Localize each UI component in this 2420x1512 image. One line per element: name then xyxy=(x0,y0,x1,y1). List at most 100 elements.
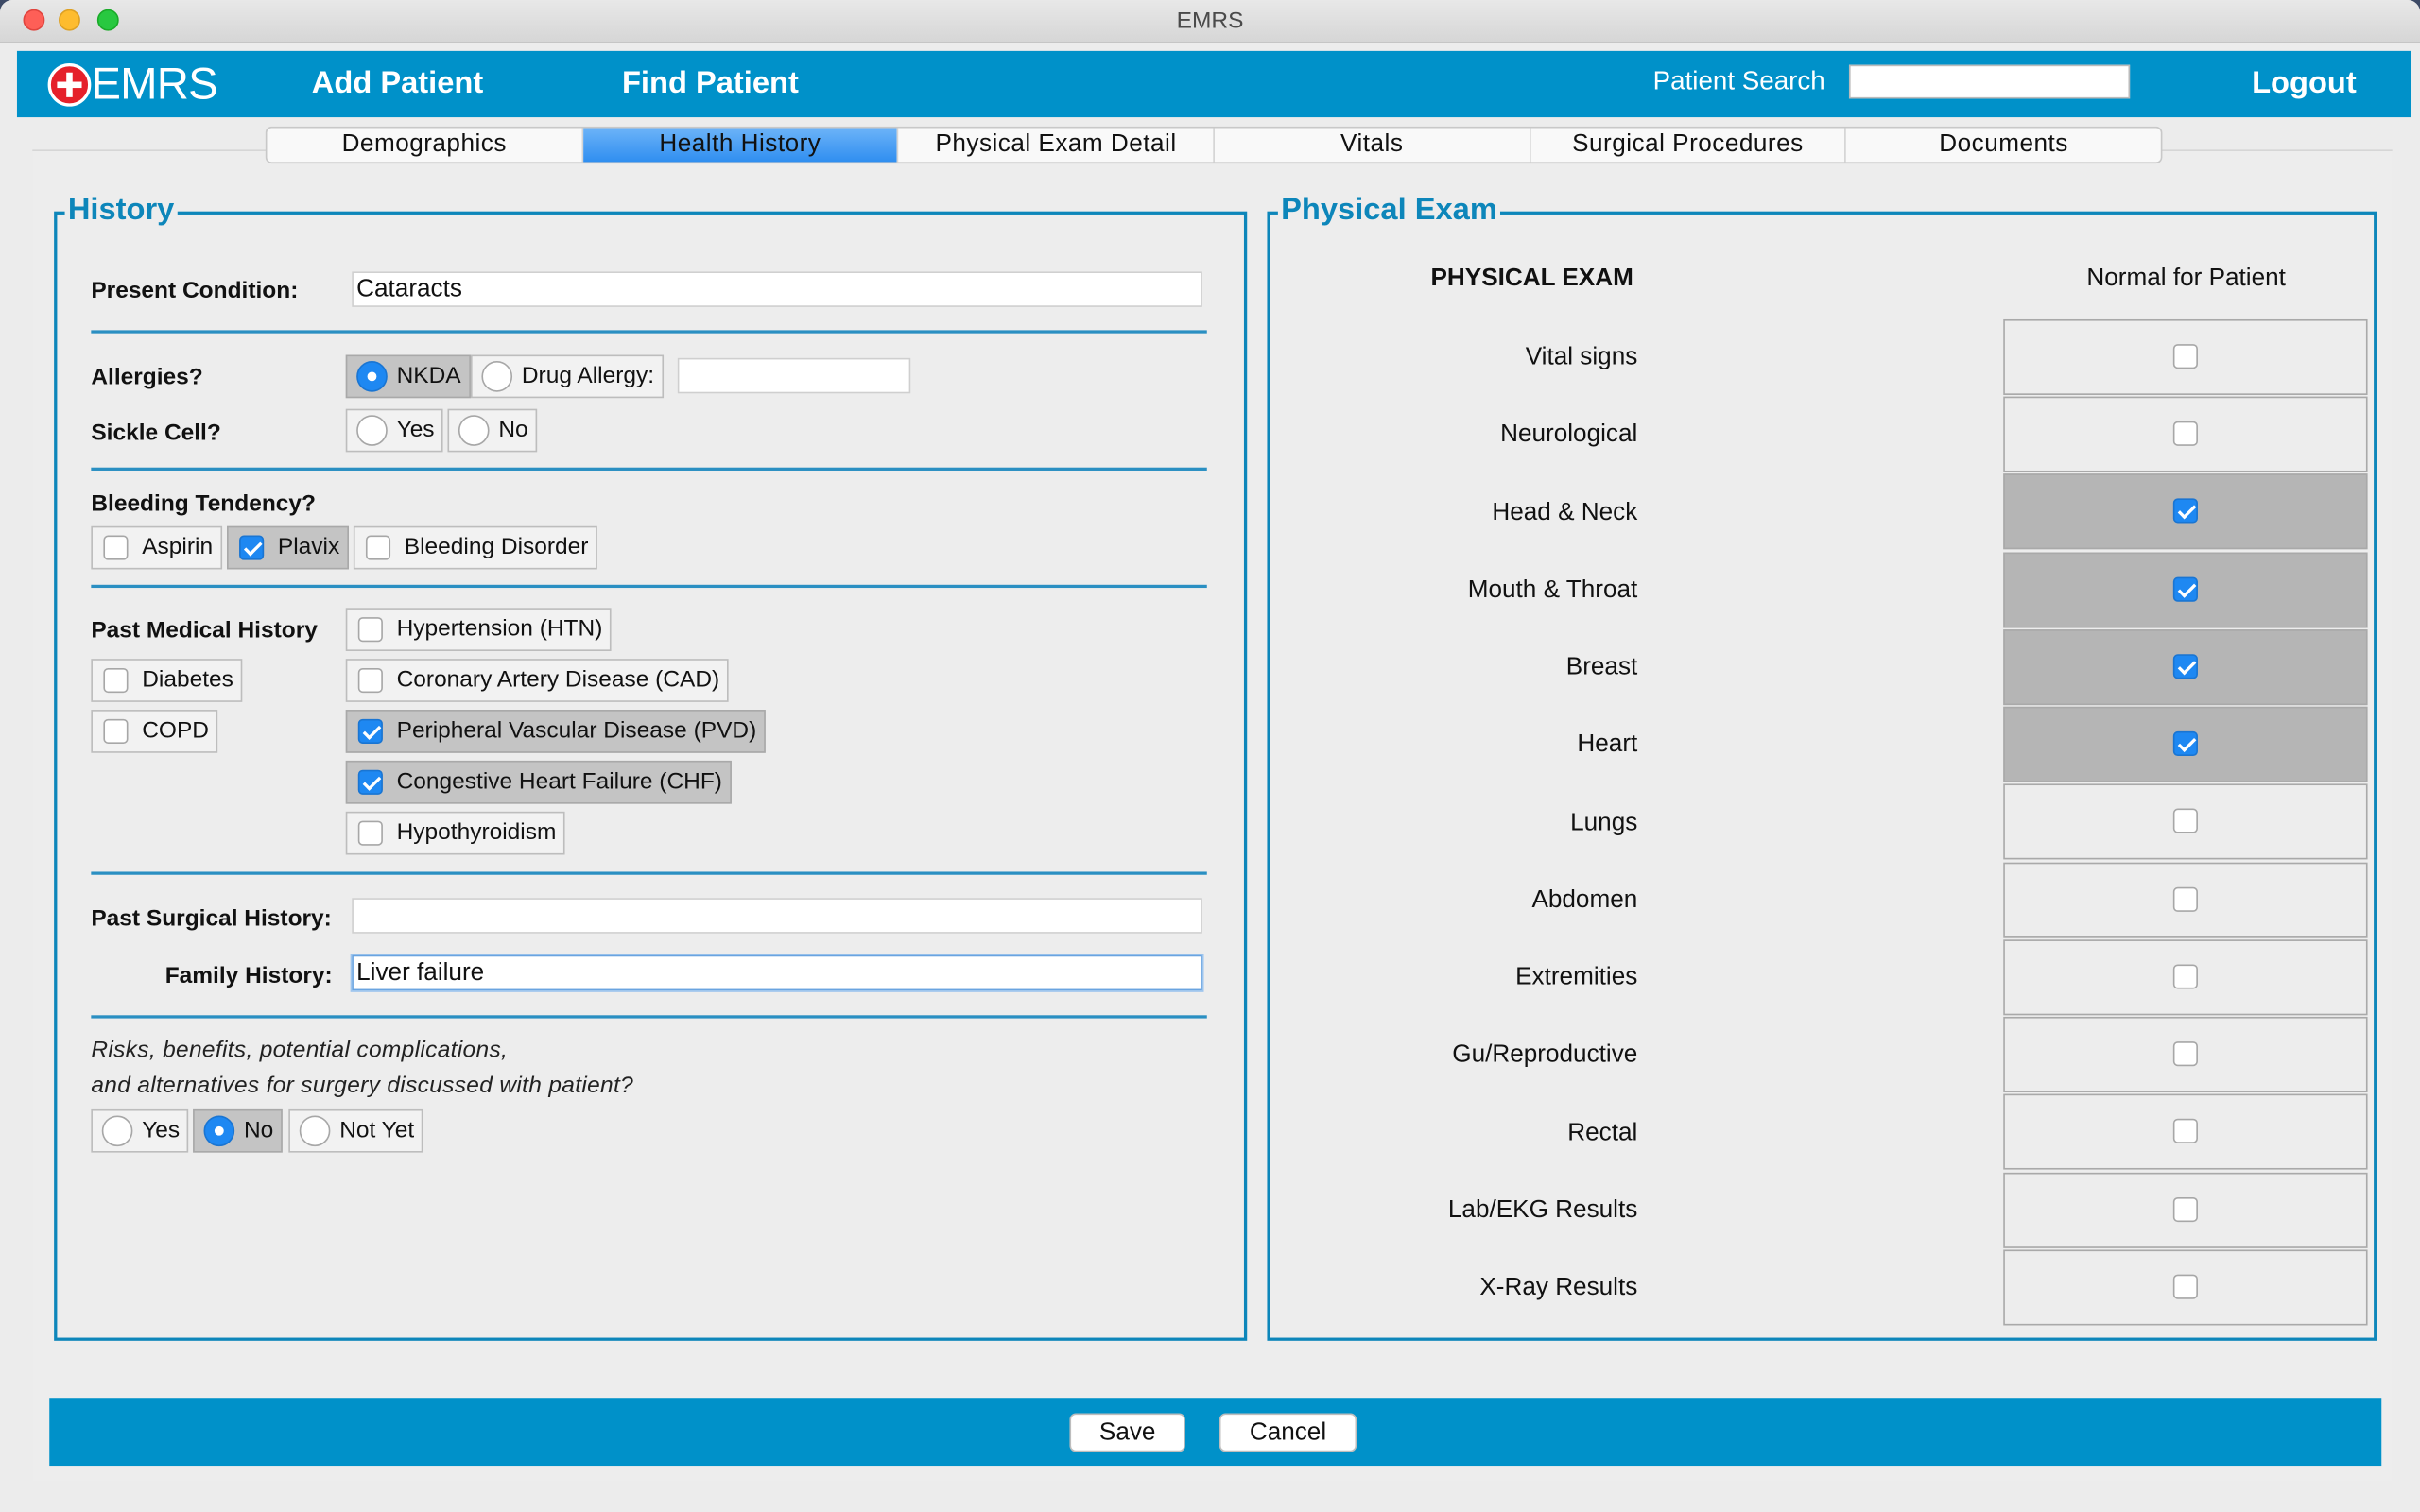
normal-for-patient-column-header: Normal for Patient xyxy=(2086,265,2286,292)
checkbox-unchecked-icon[interactable] xyxy=(2172,886,2198,912)
htn-label: Hypertension (HTN) xyxy=(396,615,603,643)
patient-search-input[interactable] xyxy=(1848,64,2131,99)
app-header: EMRS Add Patient Find Patient Patient Se… xyxy=(16,50,2411,118)
hypothyroidism-label: Hypothyroidism xyxy=(396,818,557,846)
risks-no-radio[interactable]: No xyxy=(193,1108,284,1153)
window-title: EMRS xyxy=(1176,8,1244,34)
pe-normal-cell[interactable] xyxy=(2003,939,2368,1016)
checkbox-unchecked-icon[interactable] xyxy=(2172,1196,2198,1223)
drug-allergy-radio[interactable]: Drug Allergy: xyxy=(470,354,664,399)
radio-unselected-icon xyxy=(458,415,490,446)
find-patient-link[interactable]: Find Patient xyxy=(622,66,799,102)
separator xyxy=(91,330,1207,334)
pe-row-label: Mouth & Throat xyxy=(1467,576,1638,604)
pe-normal-cell[interactable] xyxy=(2003,552,2368,628)
risks-question-line2: and alternatives for surgery discussed w… xyxy=(91,1072,634,1099)
plavix-checkbox[interactable]: Plavix xyxy=(227,525,350,570)
sickle-cell-no-label: No xyxy=(498,416,528,443)
separator xyxy=(91,467,1207,471)
separator xyxy=(91,1015,1207,1019)
bleeding-disorder-label: Bleeding Disorder xyxy=(404,533,589,560)
sickle-cell-label: Sickle Cell? xyxy=(91,420,221,446)
checkbox-unchecked-icon[interactable] xyxy=(2172,808,2198,833)
pe-normal-cell[interactable] xyxy=(2003,1016,2368,1092)
pe-normal-cell[interactable] xyxy=(2003,1172,2368,1248)
checkbox-unchecked-icon xyxy=(103,667,129,694)
pe-row-label: Gu/Reproductive xyxy=(1452,1041,1638,1068)
family-history-label: Family History: xyxy=(164,962,333,989)
patient-search-label: Patient Search xyxy=(1652,66,1825,96)
tab-demographics[interactable]: Demographics xyxy=(267,128,583,163)
htn-checkbox[interactable]: Hypertension (HTN) xyxy=(345,608,613,651)
checkbox-checked-icon xyxy=(239,535,265,560)
pe-normal-cell[interactable] xyxy=(2003,473,2368,550)
pe-row-label: Head & Neck xyxy=(1492,499,1638,526)
pvd-label: Peripheral Vascular Disease (PVD) xyxy=(396,717,757,744)
sickle-cell-no-radio[interactable]: No xyxy=(447,408,538,453)
radio-unselected-icon xyxy=(481,361,513,392)
window-titlebar: EMRS xyxy=(0,0,2420,43)
drug-allergy-input[interactable] xyxy=(677,357,911,394)
checkbox-unchecked-icon[interactable] xyxy=(2172,421,2198,446)
logout-link[interactable]: Logout xyxy=(2252,66,2357,102)
cad-label: Coronary Artery Disease (CAD) xyxy=(396,666,720,694)
checkbox-unchecked-icon[interactable] xyxy=(2172,1041,2198,1067)
checkbox-unchecked-icon[interactable] xyxy=(2172,1274,2198,1299)
cancel-button[interactable]: Cancel xyxy=(1219,1413,1357,1452)
pe-row-label: X-Ray Results xyxy=(1479,1274,1638,1301)
checkbox-unchecked-icon[interactable] xyxy=(2172,1118,2198,1143)
pe-normal-cell[interactable] xyxy=(2003,1093,2368,1170)
pe-normal-cell[interactable] xyxy=(2003,318,2368,395)
nkda-radio[interactable]: NKDA xyxy=(345,354,471,399)
checkbox-unchecked-icon xyxy=(357,617,383,643)
checkbox-unchecked-icon[interactable] xyxy=(2172,964,2198,989)
checkbox-checked-icon[interactable] xyxy=(2172,654,2198,679)
pvd-checkbox[interactable]: Peripheral Vascular Disease (PVD) xyxy=(345,710,767,753)
tab-surgical-procedures[interactable]: Surgical Procedures xyxy=(1530,128,1847,163)
radio-unselected-icon xyxy=(356,415,388,446)
checkbox-unchecked-icon xyxy=(103,718,129,744)
history-group-title: History xyxy=(64,193,178,229)
family-history-input[interactable]: Liver failure xyxy=(352,954,1202,991)
risks-not-yet-label: Not Yet xyxy=(339,1117,415,1143)
logo-text: EMRS xyxy=(91,60,217,110)
copd-checkbox[interactable]: COPD xyxy=(91,710,218,753)
checkbox-checked-icon[interactable] xyxy=(2172,576,2198,602)
tab-documents[interactable]: Documents xyxy=(1846,129,2161,163)
diabetes-checkbox[interactable]: Diabetes xyxy=(91,659,243,702)
chf-checkbox[interactable]: Congestive Heart Failure (CHF) xyxy=(345,760,732,804)
tab-vitals[interactable]: Vitals xyxy=(1215,128,1531,163)
radio-selected-icon xyxy=(356,361,388,392)
pe-row-label: Extremities xyxy=(1515,964,1638,991)
pe-normal-cell[interactable] xyxy=(2003,629,2368,706)
tab-physical-exam-detail[interactable]: Physical Exam Detail xyxy=(899,128,1215,163)
pe-normal-cell[interactable] xyxy=(2003,1249,2368,1326)
cad-checkbox[interactable]: Coronary Artery Disease (CAD) xyxy=(345,659,730,702)
pe-normal-cell[interactable] xyxy=(2003,706,2368,782)
checkbox-unchecked-icon xyxy=(357,667,383,694)
physical-exam-column-header: PHYSICAL EXAM xyxy=(1430,265,1634,292)
pe-normal-cell[interactable] xyxy=(2003,862,2368,938)
checkbox-checked-icon xyxy=(357,718,383,744)
save-button[interactable]: Save xyxy=(1069,1413,1185,1452)
tab-health-history[interactable]: Health History xyxy=(582,128,899,163)
pe-row-label: Rectal xyxy=(1567,1120,1638,1147)
sickle-cell-yes-radio[interactable]: Yes xyxy=(345,408,444,453)
radio-selected-icon xyxy=(203,1115,235,1147)
present-condition-input[interactable]: Cataracts xyxy=(352,271,1202,307)
risks-yes-radio[interactable]: Yes xyxy=(91,1108,189,1153)
bleeding-disorder-checkbox[interactable]: Bleeding Disorder xyxy=(353,525,598,570)
pe-normal-cell[interactable] xyxy=(2003,783,2368,860)
add-patient-link[interactable]: Add Patient xyxy=(312,66,483,102)
hypothyroidism-checkbox[interactable]: Hypothyroidism xyxy=(345,811,566,855)
pe-row-label: Neurological xyxy=(1500,421,1638,448)
past-surgical-history-input[interactable] xyxy=(352,898,1202,934)
checkbox-checked-icon[interactable] xyxy=(2172,730,2198,757)
risks-not-yet-radio[interactable]: Not Yet xyxy=(288,1108,424,1153)
checkbox-checked-icon[interactable] xyxy=(2172,498,2198,524)
footer-bar: Save Cancel xyxy=(49,1398,2382,1467)
checkbox-unchecked-icon[interactable] xyxy=(2172,344,2198,369)
pe-row-label: Breast xyxy=(1565,654,1638,681)
pe-normal-cell[interactable] xyxy=(2003,396,2368,472)
aspirin-checkbox[interactable]: Aspirin xyxy=(91,525,222,570)
